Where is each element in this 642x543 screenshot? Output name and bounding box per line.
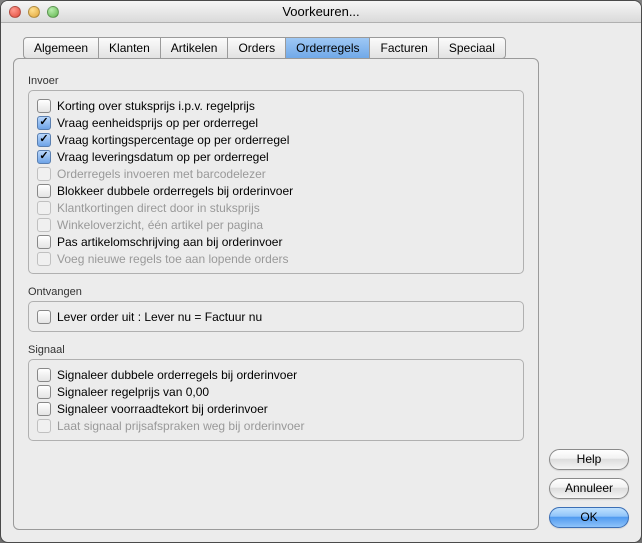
checkbox[interactable] <box>37 116 51 130</box>
tab-orderregels[interactable]: Orderregels <box>285 37 369 59</box>
option-label: Korting over stuksprijs i.p.v. regelprij… <box>57 99 255 113</box>
close-icon[interactable] <box>9 6 21 18</box>
option-row: Signaleer voorraadtekort bij orderinvoer <box>37 400 515 417</box>
option-row: Vraag leveringsdatum op per orderregel <box>37 148 515 165</box>
content-area: AlgemeenKlantenArtikelenOrdersOrderregel… <box>1 23 641 542</box>
option-label: Vraag kortingspercentage op per orderreg… <box>57 133 289 147</box>
help-button[interactable]: Help <box>549 449 629 470</box>
option-label: Pas artikelomschrijving aan bij orderinv… <box>57 235 282 249</box>
option-label: Laat signaal prijsafspraken weg bij orde… <box>57 419 304 433</box>
ok-button[interactable]: OK <box>549 507 629 528</box>
checkbox[interactable] <box>37 368 51 382</box>
option-label: Signaleer voorraadtekort bij orderinvoer <box>57 402 268 416</box>
section-signaal: Signaleer dubbele orderregels bij orderi… <box>28 359 524 441</box>
minimize-icon[interactable] <box>28 6 40 18</box>
tab-klanten[interactable]: Klanten <box>98 37 160 59</box>
cancel-button[interactable]: Annuleer <box>549 478 629 499</box>
checkbox[interactable] <box>37 99 51 113</box>
checkbox[interactable] <box>37 133 51 147</box>
option-row: Voeg nieuwe regels toe aan lopende order… <box>37 250 515 267</box>
tab-orders[interactable]: Orders <box>227 37 285 59</box>
option-row: Blokkeer dubbele orderregels bij orderin… <box>37 182 515 199</box>
option-row: Winkeloverzicht, één artikel per pagina <box>37 216 515 233</box>
window-title: Voorkeuren... <box>1 4 641 19</box>
option-row: Lever order uit : Lever nu = Factuur nu <box>37 308 515 325</box>
checkbox <box>37 419 51 433</box>
section-title-signaal: Signaal <box>28 344 524 356</box>
option-row: Laat signaal prijsafspraken weg bij orde… <box>37 417 515 434</box>
checkbox <box>37 218 51 232</box>
checkbox[interactable] <box>37 150 51 164</box>
tab-bar: AlgemeenKlantenArtikelenOrdersOrderregel… <box>23 37 539 59</box>
titlebar[interactable]: Voorkeuren... <box>1 1 641 23</box>
option-label: Voeg nieuwe regels toe aan lopende order… <box>57 252 289 266</box>
section-title-invoer: Invoer <box>28 75 524 87</box>
option-row: Vraag eenheidsprijs op per orderregel <box>37 114 515 131</box>
preferences-window: Voorkeuren... AlgemeenKlantenArtikelenOr… <box>0 0 642 543</box>
checkbox <box>37 167 51 181</box>
option-label: Orderregels invoeren met barcodelezer <box>57 167 266 181</box>
option-row: Signaleer dubbele orderregels bij orderi… <box>37 366 515 383</box>
option-label: Vraag leveringsdatum op per orderregel <box>57 150 269 164</box>
option-row: Klantkortingen direct door in stuksprijs <box>37 199 515 216</box>
option-row: Korting over stuksprijs i.p.v. regelprij… <box>37 97 515 114</box>
tab-speciaal[interactable]: Speciaal <box>438 37 506 59</box>
option-label: Klantkortingen direct door in stuksprijs <box>57 201 260 215</box>
option-label: Vraag eenheidsprijs op per orderregel <box>57 116 258 130</box>
tab-panel: Invoer Korting over stuksprijs i.p.v. re… <box>13 58 539 530</box>
section-ontvangen: Lever order uit : Lever nu = Factuur nu <box>28 301 524 332</box>
checkbox[interactable] <box>37 235 51 249</box>
option-label: Signaleer regelprijs van 0,00 <box>57 385 209 399</box>
tab-algemeen[interactable]: Algemeen <box>23 37 98 59</box>
option-label: Winkeloverzicht, één artikel per pagina <box>57 218 263 232</box>
window-controls <box>9 6 59 18</box>
option-label: Signaleer dubbele orderregels bij orderi… <box>57 368 297 382</box>
main-panel: AlgemeenKlantenArtikelenOrdersOrderregel… <box>13 37 539 530</box>
checkbox[interactable] <box>37 385 51 399</box>
checkbox[interactable] <box>37 310 51 324</box>
option-label: Blokkeer dubbele orderregels bij orderin… <box>57 184 293 198</box>
checkbox[interactable] <box>37 184 51 198</box>
tab-artikelen[interactable]: Artikelen <box>160 37 228 59</box>
checkbox <box>37 252 51 266</box>
option-row: Vraag kortingspercentage op per orderreg… <box>37 131 515 148</box>
section-title-ontvangen: Ontvangen <box>28 286 524 298</box>
checkbox <box>37 201 51 215</box>
section-invoer: Korting over stuksprijs i.p.v. regelprij… <box>28 90 524 274</box>
option-row: Signaleer regelprijs van 0,00 <box>37 383 515 400</box>
zoom-icon[interactable] <box>47 6 59 18</box>
option-label: Lever order uit : Lever nu = Factuur nu <box>57 310 262 324</box>
option-row: Pas artikelomschrijving aan bij orderinv… <box>37 233 515 250</box>
checkbox[interactable] <box>37 402 51 416</box>
tab-facturen[interactable]: Facturen <box>369 37 437 59</box>
dialog-buttons: Help Annuleer OK <box>549 37 629 530</box>
option-row: Orderregels invoeren met barcodelezer <box>37 165 515 182</box>
